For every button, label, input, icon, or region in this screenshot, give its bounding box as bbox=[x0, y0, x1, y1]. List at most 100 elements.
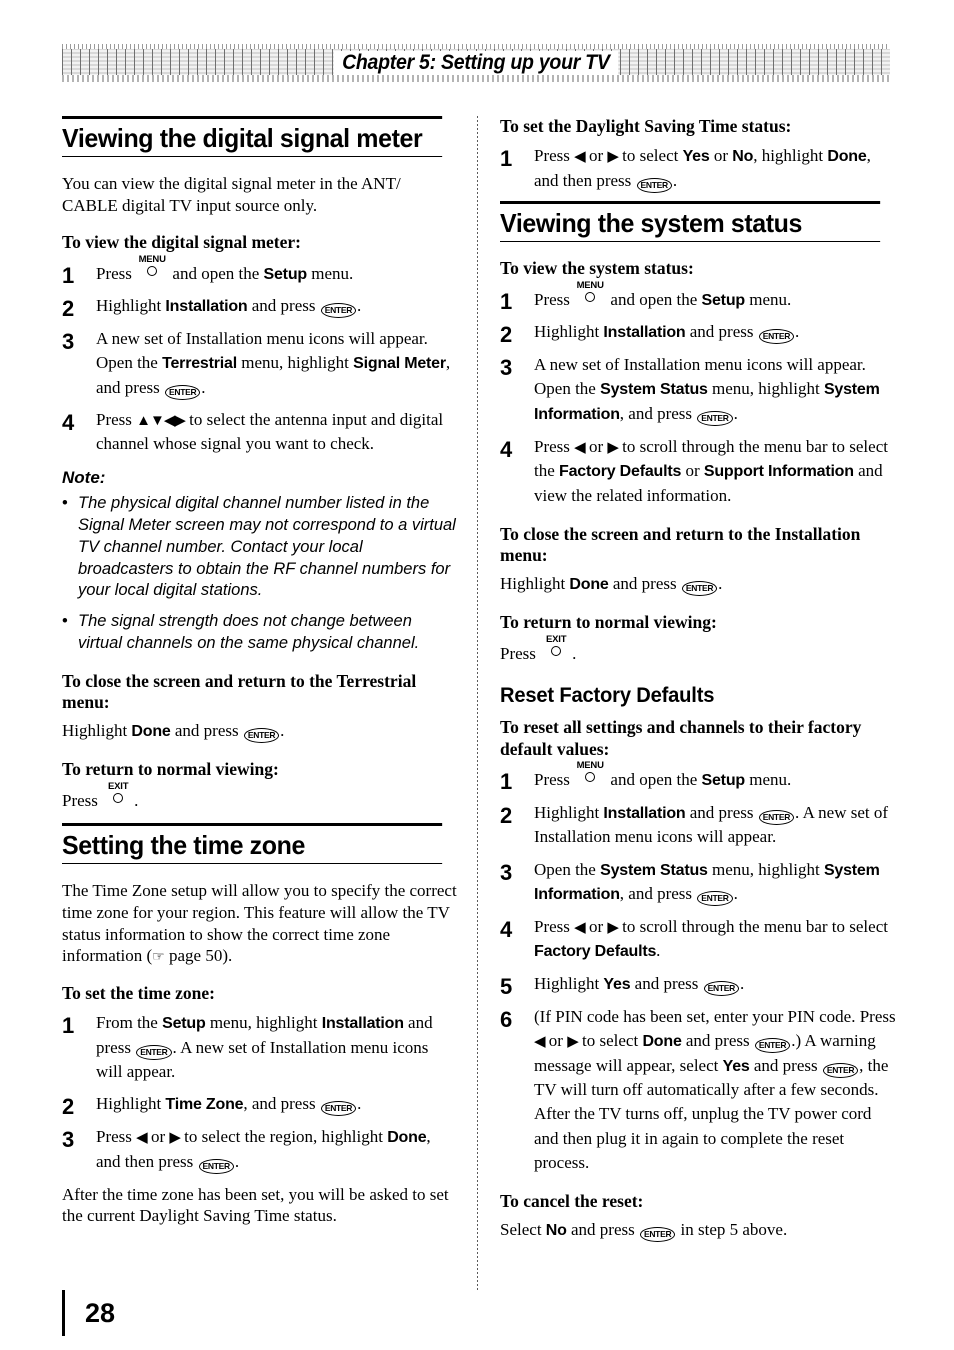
step-text-part: menu. bbox=[306, 263, 354, 283]
menu-key-circle bbox=[585, 291, 596, 302]
enter-key-icon: ENTER bbox=[320, 1101, 357, 1117]
menu-key-icon: MENU bbox=[575, 281, 605, 305]
return-normal-body: Press EXIT. bbox=[62, 782, 458, 812]
step-text-part: Press bbox=[96, 409, 137, 429]
exit-key-icon: EXIT bbox=[103, 782, 133, 806]
intro-time-zone: The Time Zone setup will allow you to sp… bbox=[62, 880, 458, 967]
chapter-banner: Chapter 5: Setting up your TV bbox=[62, 44, 890, 82]
menu-key-label: MENU bbox=[576, 760, 604, 772]
enter-key-icon: ENTER bbox=[320, 303, 357, 319]
exit-key-icon: EXIT bbox=[541, 635, 571, 659]
menu-key-icon: MENU bbox=[575, 761, 605, 785]
step-item: 4 Press ▲▼◀▶ to select the antenna input… bbox=[62, 408, 458, 456]
menu-name-setup: Setup bbox=[701, 772, 746, 790]
arrow-left-icon: ◀ bbox=[136, 1129, 148, 1146]
body-text-part: Select bbox=[500, 1220, 546, 1240]
procedure-title-view-signal-meter: To view the digital signal meter: bbox=[62, 232, 301, 253]
menu-name-installation: Installation bbox=[321, 1015, 404, 1033]
menu-name-time-zone: Time Zone bbox=[165, 1096, 244, 1114]
step-text-part: . bbox=[234, 1151, 240, 1171]
step-number: 6 bbox=[500, 1006, 513, 1032]
body-text-part: . bbox=[572, 643, 577, 663]
page-number: 28 bbox=[85, 1297, 116, 1328]
return-normal-body: Press EXIT. bbox=[500, 635, 896, 665]
step-item: 2 Highlight Installation and press ENTER… bbox=[500, 801, 896, 850]
step-text-part: Press bbox=[534, 770, 575, 790]
step-text-part: and press bbox=[685, 802, 758, 822]
step-number: 2 bbox=[62, 1094, 75, 1120]
enter-key-icon: ENTER bbox=[136, 1045, 172, 1061]
procedure-title-close-installation: To close the screen and return to the In… bbox=[500, 523, 861, 566]
step-text-part: and open the bbox=[606, 770, 702, 790]
step-text-part: and press bbox=[630, 974, 703, 994]
procedure-title-daylight-saving: To set the Daylight Saving Time status: bbox=[500, 116, 792, 136]
right-column: To set the Daylight Saving Time status: … bbox=[500, 116, 896, 1254]
menu-name-done: Done bbox=[827, 148, 867, 166]
step-text-part: . bbox=[795, 322, 800, 342]
menu-name-setup: Setup bbox=[701, 291, 746, 309]
step-text-part: . A new set of Installation menu icons w… bbox=[96, 1038, 429, 1082]
step-text-part: menu. bbox=[744, 770, 792, 790]
menu-name-installation: Installation bbox=[603, 804, 686, 822]
step-number: 3 bbox=[500, 859, 513, 885]
step-text-part: menu, highlight bbox=[205, 1013, 322, 1033]
enter-key-icon: ENTER bbox=[639, 1227, 676, 1243]
step-text-part: to select bbox=[617, 146, 683, 166]
step-text-part: menu, highlight bbox=[707, 379, 824, 399]
step-text-part: and press bbox=[681, 1030, 754, 1050]
step-number: 3 bbox=[62, 329, 75, 355]
step-number: 5 bbox=[500, 974, 513, 1000]
step-text-part: . bbox=[357, 296, 362, 316]
enter-key-icon: ENTER bbox=[758, 809, 795, 825]
step-text-part: (If PIN code has been set, enter your PI… bbox=[534, 1006, 896, 1026]
step-text-part: Highlight bbox=[534, 322, 604, 342]
menu-name-setup: Setup bbox=[162, 1015, 206, 1033]
step-text-part: and open the bbox=[168, 263, 264, 283]
step-text-part: or bbox=[146, 1126, 170, 1146]
option-yes: Yes bbox=[603, 976, 631, 994]
body-text-part: Press bbox=[500, 643, 541, 663]
step-text-part: From the bbox=[96, 1013, 163, 1033]
step-text-part: , and press bbox=[243, 1094, 320, 1114]
step-number: 1 bbox=[500, 288, 513, 314]
step-item: 3 A new set of Installation menu icons w… bbox=[500, 353, 896, 427]
step-text-part: . bbox=[201, 377, 206, 397]
enter-key-icon: ENTER bbox=[243, 728, 280, 744]
step-text-part: Highlight bbox=[96, 296, 166, 316]
cancel-reset-body: Select No and press ENTER in step 5 abov… bbox=[500, 1219, 896, 1243]
exit-key-circle bbox=[113, 792, 124, 803]
step-item: 4 Press ◀ or ▶ to scroll through the men… bbox=[500, 915, 896, 964]
procedure-title-view-system-status: To view the system status: bbox=[500, 258, 694, 279]
step-number: 1 bbox=[62, 262, 75, 288]
menu-key-circle bbox=[147, 265, 158, 276]
step-text-part: Highlight bbox=[534, 974, 604, 994]
step-text-part: Press bbox=[534, 917, 575, 937]
step-number: 1 bbox=[62, 1013, 75, 1039]
step-text-part: Press bbox=[96, 263, 137, 283]
note-item: The signal strength does not change betw… bbox=[62, 611, 458, 655]
step-text-part: and press bbox=[749, 1055, 822, 1075]
body-text-part: The Time Zone setup will allow you to sp… bbox=[62, 881, 457, 966]
step-text-part: menu, highlight bbox=[707, 859, 824, 879]
step-text-part: to select the region, highlight bbox=[179, 1126, 388, 1146]
arrow-keys-icon: ▲▼◀▶ bbox=[136, 412, 186, 429]
menu-name-done: Done bbox=[569, 576, 609, 594]
step-number: 1 bbox=[500, 769, 513, 795]
step-number: 3 bbox=[500, 355, 513, 381]
arrow-right-icon: ▶ bbox=[169, 1129, 181, 1146]
option-no: No bbox=[545, 1222, 567, 1240]
step-text-part: Highlight bbox=[534, 802, 604, 822]
menu-name-installation: Installation bbox=[603, 324, 686, 342]
step-item: 3 Press ◀ or ▶ to select the region, hig… bbox=[62, 1125, 458, 1174]
menu-key-icon: MENU bbox=[137, 255, 167, 279]
menu-key-circle bbox=[585, 772, 596, 783]
body-text-part: and press bbox=[608, 574, 681, 594]
heading-viewing-digital-signal-meter: Viewing the digital signal meter bbox=[62, 116, 443, 158]
body-text-part: . bbox=[134, 790, 139, 810]
heading-reset-factory-defaults: Reset Factory Defaults bbox=[500, 684, 715, 708]
enter-key-icon: ENTER bbox=[681, 581, 718, 597]
step-text-part: or bbox=[681, 460, 704, 480]
menu-name-setup: Setup bbox=[263, 265, 308, 283]
heading-viewing-the-system-status: Viewing the system status bbox=[500, 201, 881, 243]
step-text-part: or bbox=[544, 1030, 568, 1050]
